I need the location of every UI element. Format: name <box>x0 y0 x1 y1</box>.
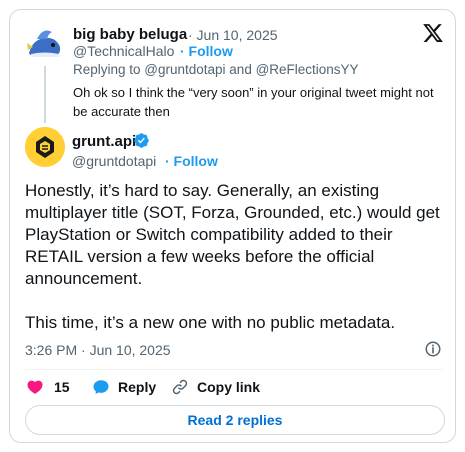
main-tweet-text: Honestly, it’s hard to say. Generally, a… <box>25 180 445 334</box>
info-icon[interactable] <box>424 340 442 358</box>
parent-tweet-text: Oh ok so I think the “very soon” in your… <box>73 85 434 119</box>
speech-bubble-icon <box>93 380 109 395</box>
heart-icon <box>27 380 43 394</box>
replying-to-text: Replying to @gruntdotapi and @ReFlection… <box>73 62 359 77</box>
main-author-avatar[interactable] <box>25 127 65 167</box>
embedded-tweet-card: big baby beluga · Jun 10, 2025 @Technica… <box>9 9 456 443</box>
parent-author-name[interactable]: big baby beluga <box>73 26 187 43</box>
x-logo-icon[interactable] <box>422 22 444 44</box>
copy-link-button[interactable]: Copy link <box>171 374 260 400</box>
read-replies-button[interactable]: Read 2 replies <box>25 405 445 435</box>
main-author-name[interactable]: grunt.api <box>72 133 136 150</box>
main-follow-button[interactable]: · Follow <box>165 153 218 169</box>
parent-author-avatar[interactable] <box>25 23 65 63</box>
thread-connector-line <box>44 66 46 123</box>
tweet-paragraph: Honestly, it’s hard to say. Generally, a… <box>25 181 440 288</box>
like-button[interactable]: 15 <box>26 374 70 400</box>
verified-badge-icon <box>134 133 149 148</box>
beluga-avatar-image <box>25 23 65 63</box>
link-icon <box>172 379 188 395</box>
like-count: 15 <box>54 379 70 395</box>
parent-author-handle[interactable]: @TechnicalHalo <box>73 43 174 59</box>
reply-label: Reply <box>118 379 157 395</box>
grunt-logo-image <box>25 127 65 167</box>
main-author-handle[interactable]: @gruntdotapi <box>72 153 156 169</box>
tweet-paragraph: This time, it’s a new one with no public… <box>25 313 396 332</box>
parent-tweet-date[interactable]: · Jun 10, 2025 <box>188 27 278 43</box>
parent-follow-button[interactable]: · Follow <box>180 43 233 59</box>
tweet-timestamp[interactable]: 3:26 PM · Jun 10, 2025 <box>25 342 171 358</box>
reply-button[interactable]: Reply <box>92 374 156 400</box>
divider <box>25 369 443 370</box>
copy-link-label: Copy link <box>197 379 261 395</box>
